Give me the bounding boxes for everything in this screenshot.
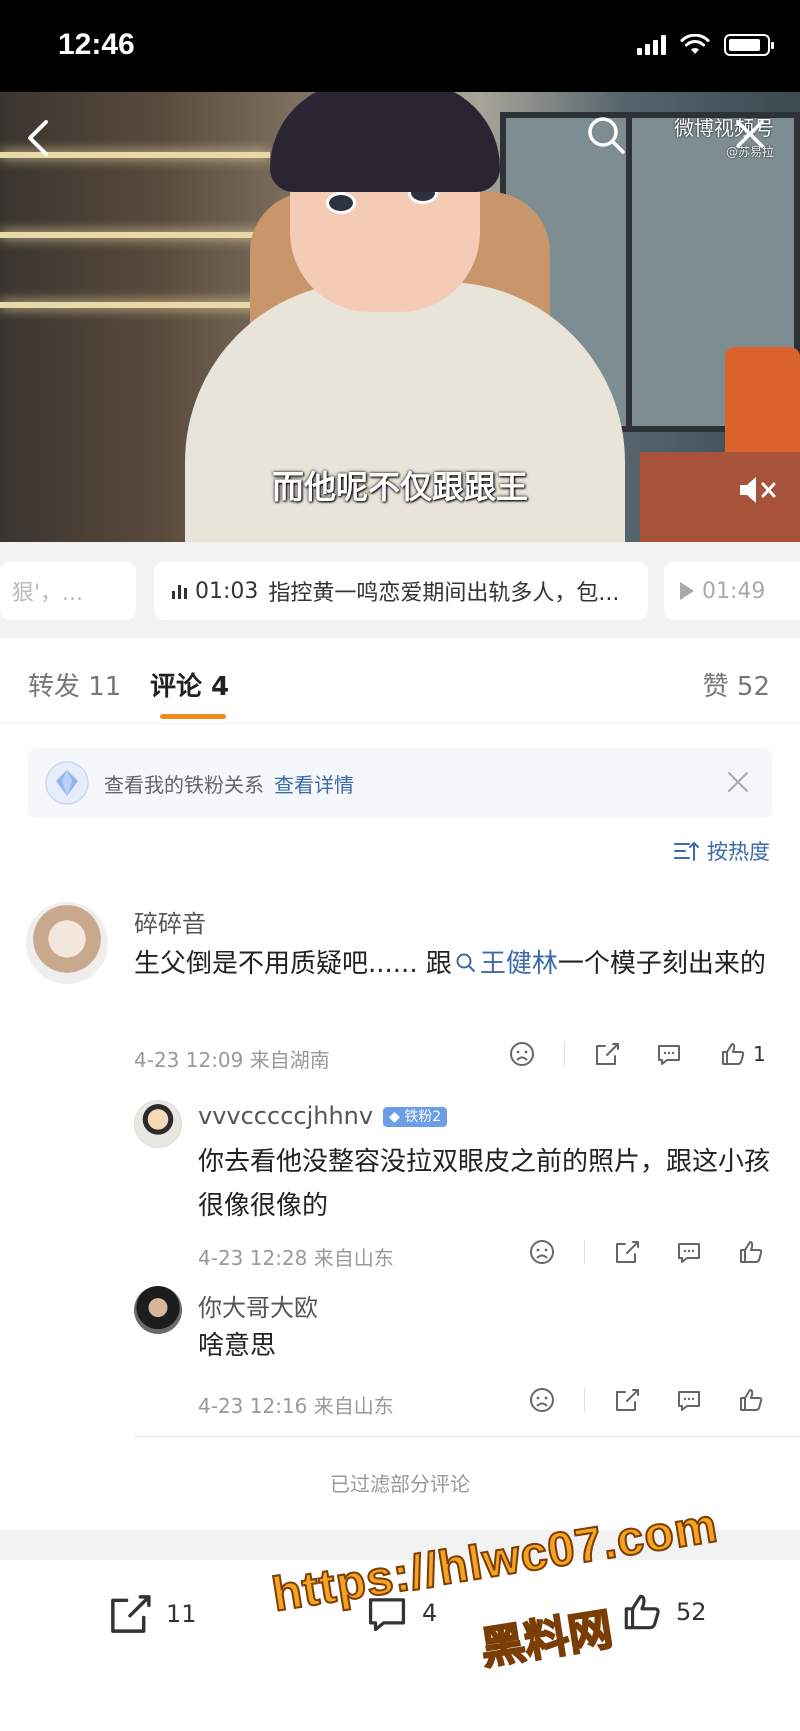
- chapter-time: 01:03: [195, 578, 259, 604]
- fan-relationship-banner: 查看我的铁粉关系 查看详情: [28, 748, 772, 818]
- avatar[interactable]: [26, 902, 108, 984]
- reply-meta: 4-23 12:16 来自山东: [198, 1394, 394, 1418]
- search-icon[interactable]: [585, 114, 627, 156]
- reply-divider: [134, 1436, 800, 1437]
- playing-bars-icon: [172, 583, 187, 599]
- sort-icon: [674, 842, 699, 861]
- comment-item: 碎碎音 生父倒是不用质疑吧...... 跟王健林一个模子刻出来的 4-23 12…: [0, 890, 800, 1090]
- active-tab-indicator: [160, 714, 226, 719]
- eye: [326, 192, 356, 214]
- dislike-face-icon[interactable]: [528, 1386, 556, 1414]
- reply-username-text[interactable]: vvvcccccjhhnv: [198, 1102, 373, 1130]
- comment-meta: 4-23 12:09 来自湖南: [134, 1048, 330, 1072]
- fan-badge-text: 铁粉2: [404, 1109, 442, 1125]
- back-arrow-icon[interactable]: [22, 116, 56, 160]
- reply-meta: 4-23 12:28 来自山东: [198, 1246, 394, 1270]
- search-icon: [456, 953, 475, 972]
- reply-icon[interactable]: [675, 1386, 703, 1414]
- tab-like[interactable]: 赞 52: [703, 666, 770, 703]
- thumbs-up-icon[interactable]: [737, 1386, 765, 1414]
- comment-text-part: 一个模子刻出来的: [557, 949, 766, 979]
- topic-text: 王健林: [479, 949, 558, 979]
- like-count: 1: [753, 1042, 766, 1066]
- play-icon: [680, 582, 694, 600]
- forward-count: 11: [166, 1600, 197, 1628]
- tab-comment[interactable]: 评论 4: [150, 666, 229, 703]
- filtered-comments-note[interactable]: 已过滤部分评论: [0, 1468, 800, 1497]
- avatar[interactable]: [134, 1100, 182, 1148]
- comment-actions: 1: [508, 1040, 766, 1068]
- battery-level: [729, 39, 760, 51]
- reply-username[interactable]: 你大哥大欧: [198, 1288, 318, 1323]
- chapter-item-next[interactable]: 01:49: [664, 562, 800, 620]
- forward-button[interactable]: 11: [106, 1590, 197, 1638]
- comment-count: 4: [422, 1599, 438, 1627]
- comment-text: 生父倒是不用质疑吧...... 跟王健林一个模子刻出来的: [134, 942, 774, 986]
- reply-item: 你大哥大欧 啥意思 4-23 12:16 来自山东: [0, 1280, 800, 1437]
- like-count: 52: [676, 1598, 707, 1626]
- like-button[interactable]: 52: [620, 1590, 707, 1634]
- chapter-time: 01:49: [702, 578, 766, 604]
- chapter-title: 狠'，...: [12, 581, 84, 606]
- reply-actions: [528, 1238, 765, 1266]
- video-player[interactable]: 而他呢不仅跟跟王 微博视频号 @苏易拉: [0, 92, 800, 542]
- reply-username: vvvcccccjhhnv ◆ 铁粉2: [198, 1102, 448, 1130]
- video-subtitle: 而他呢不仅跟跟王: [271, 468, 528, 506]
- dislike-face-icon[interactable]: [508, 1040, 536, 1068]
- mute-icon[interactable]: [736, 472, 780, 508]
- shelf-light: [0, 232, 270, 238]
- fan-details-link[interactable]: 查看详情: [274, 769, 354, 798]
- chapter-item-current[interactable]: 01:03 指控黄一鸣恋爱期间出轨多人，包...: [154, 562, 648, 620]
- sort-label: 按热度: [707, 840, 770, 864]
- sort-by-hot-button[interactable]: 按热度: [673, 836, 770, 866]
- reply-text: 你去看他没整容没拉双眼皮之前的照片，跟这小孩很像很像的: [198, 1147, 771, 1221]
- bottom-action-bar: 11 4 52: [0, 1560, 800, 1731]
- divider: [584, 1388, 585, 1412]
- comment-text-part: 生父倒是不用质疑吧...... 跟: [134, 949, 452, 979]
- thumbs-up-icon: [624, 1594, 660, 1630]
- thumbs-up-icon[interactable]: [737, 1238, 765, 1266]
- share-icon[interactable]: [613, 1386, 641, 1414]
- status-bar: 12:46: [0, 0, 800, 92]
- avatar[interactable]: [134, 1286, 182, 1334]
- comment-icon: [368, 1598, 406, 1632]
- thumbs-up-icon[interactable]: [719, 1040, 747, 1068]
- wifi-icon: [680, 34, 710, 54]
- fan-level-badge: ◆ 铁粉2: [383, 1107, 448, 1127]
- reply-item: vvvcccccjhhnv ◆ 铁粉2 你去看他没整容没拉双眼皮之前的照片，跟这小…: [0, 1090, 800, 1270]
- avatar-hair: [270, 92, 500, 192]
- reply-icon[interactable]: [655, 1040, 683, 1068]
- share-icon: [111, 1595, 151, 1633]
- status-icons: [637, 34, 774, 56]
- chapter-item-prev[interactable]: 狠'，...: [0, 562, 136, 620]
- chapter-strip: 狠'，... 01:03 指控黄一鸣恋爱期间出轨多人，包... 01:49: [0, 542, 800, 638]
- section-divider: [0, 1530, 800, 1560]
- share-icon[interactable]: [613, 1238, 641, 1266]
- cellular-signal-icon: [637, 35, 666, 55]
- chapter-title: 指控黄一鸣恋爱期间出轨多人，包...: [268, 581, 620, 606]
- diamond-badge-icon: [45, 761, 89, 805]
- dislike-face-icon[interactable]: [528, 1238, 556, 1266]
- divider: [584, 1240, 585, 1264]
- shelf-light: [0, 302, 270, 308]
- close-icon[interactable]: [730, 114, 770, 154]
- tab-forward[interactable]: 转发 11: [28, 666, 121, 703]
- topic-link[interactable]: 王健林: [452, 949, 558, 979]
- reply-actions: [528, 1386, 765, 1414]
- comment-username[interactable]: 碎碎音: [134, 904, 206, 939]
- divider: [564, 1042, 565, 1066]
- reply-icon[interactable]: [675, 1238, 703, 1266]
- battery-icon: [724, 34, 774, 56]
- tab-bar: 转发 11 评论 4 赞 52: [0, 638, 800, 724]
- reply-text: 啥意思: [198, 1331, 277, 1361]
- share-icon[interactable]: [593, 1040, 621, 1068]
- close-icon[interactable]: [726, 770, 750, 794]
- comment-button[interactable]: 4: [364, 1590, 437, 1636]
- fan-banner-text: 查看我的铁粉关系: [104, 772, 264, 797]
- status-time: 12:46: [58, 28, 135, 61]
